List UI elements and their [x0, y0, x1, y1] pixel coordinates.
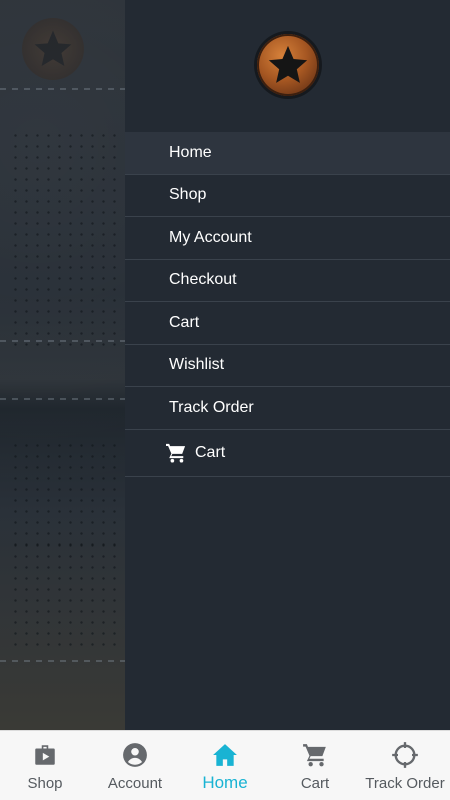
menu-item-label: Track Order [169, 398, 254, 416]
menu-item-shop[interactable]: Shop [125, 175, 450, 217]
menu-item-label: Cart [169, 313, 200, 331]
shopping-bag-icon [31, 741, 59, 769]
cart-link-label: Cart [195, 443, 226, 461]
background-page-overlay[interactable] [0, 0, 125, 730]
bottom-navigation: Shop Account Home Cart Track Order [0, 730, 450, 800]
menu-item-label: Wishlist [169, 356, 225, 374]
menu-cart-link[interactable]: Cart [125, 430, 450, 477]
nav-label: Track Order [365, 775, 445, 792]
menu-item-wishlist[interactable]: Wishlist [125, 345, 450, 387]
account-circle-icon [121, 741, 149, 769]
nav-home[interactable]: Home [180, 731, 270, 800]
menu-item-label: Home [169, 143, 212, 161]
nav-label: Shop [27, 775, 63, 792]
cart-icon [165, 443, 189, 463]
nav-label: Account [107, 775, 163, 792]
menu-item-checkout[interactable]: Checkout [125, 260, 450, 302]
menu-item-cart[interactable]: Cart [125, 302, 450, 345]
crosshair-icon [391, 741, 419, 769]
cart-icon [301, 741, 329, 769]
menu-item-my-account[interactable]: My Account [125, 217, 450, 260]
star-badge-icon [257, 34, 319, 96]
nav-cart[interactable]: Cart [270, 731, 360, 800]
drawer-menu: Home Shop My Account Checkout Cart Wishl… [125, 132, 450, 477]
nav-label: Home [202, 773, 248, 792]
nav-label: Cart [300, 775, 330, 792]
menu-item-label: Checkout [169, 271, 237, 289]
nav-shop[interactable]: Shop [0, 731, 90, 800]
menu-item-label: Shop [169, 186, 207, 204]
background-logo [22, 18, 84, 80]
menu-item-label: My Account [169, 228, 252, 246]
navigation-drawer: Home Shop My Account Checkout Cart Wishl… [125, 0, 450, 730]
menu-item-track-order[interactable]: Track Order [125, 387, 450, 430]
nav-track-order[interactable]: Track Order [360, 731, 450, 800]
nav-account[interactable]: Account [90, 731, 180, 800]
home-icon [211, 741, 239, 769]
menu-item-home[interactable]: Home [125, 132, 450, 175]
